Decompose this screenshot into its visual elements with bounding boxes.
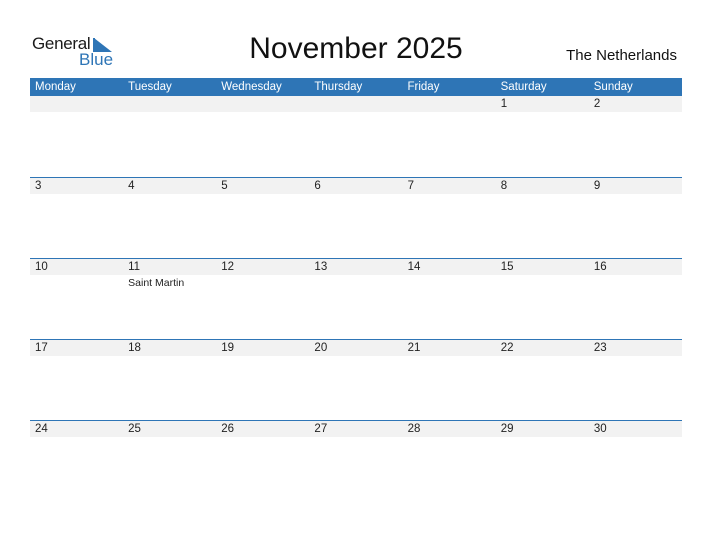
week-row: 12	[30, 96, 682, 177]
day-cell: 12	[216, 259, 309, 340]
day-number: 14	[407, 261, 421, 273]
day-cell: 10	[30, 259, 123, 340]
day-number: 4	[128, 180, 135, 192]
day-cell: 8	[496, 178, 589, 259]
day-cell	[403, 96, 496, 177]
day-cell: 3	[30, 178, 123, 259]
day-cell: 21	[403, 340, 496, 421]
day-cell: 30	[589, 421, 682, 502]
day-cell	[30, 96, 123, 177]
day-number: 30	[593, 423, 607, 435]
day-number: 18	[128, 342, 141, 354]
day-number: 8	[500, 180, 508, 192]
day-number: 1	[500, 98, 508, 110]
day-cell: 7	[403, 178, 496, 259]
day-cell: 16	[589, 259, 682, 340]
week-row: 24 25 26 27 28 29 30	[30, 420, 682, 502]
day-number: 11	[128, 261, 141, 273]
day-number	[221, 96, 309, 112]
day-cell: 20	[309, 340, 402, 421]
day-number: 6	[314, 180, 321, 192]
weekday-saturday: Saturday	[500, 81, 547, 93]
day-cell: 23	[589, 340, 682, 421]
day-number	[128, 96, 216, 112]
day-cell: 11 Saint Martin	[123, 259, 216, 340]
day-number: 20	[314, 342, 328, 354]
day-number	[408, 96, 496, 112]
country-label: The Netherlands	[566, 47, 677, 64]
day-cell: 15	[496, 259, 589, 340]
day-cell: 18	[123, 340, 216, 421]
day-cell: 27	[309, 421, 402, 502]
week-row: 3 4 5 6 7 8 9	[30, 177, 682, 259]
day-number: 10	[35, 261, 48, 273]
week-row: 10 11 Saint Martin 12 13 14 15 16	[30, 258, 682, 340]
day-number: 25	[128, 423, 141, 435]
day-number: 13	[314, 261, 328, 273]
day-number: 22	[500, 342, 514, 354]
day-cell: 24	[30, 421, 123, 502]
day-cell: 2	[589, 96, 682, 177]
day-cell: 26	[216, 421, 309, 502]
day-number: 23	[593, 342, 607, 354]
day-cell: 25	[123, 421, 216, 502]
day-cell: 17	[30, 340, 123, 421]
day-cell: 6	[309, 178, 402, 259]
day-number: 7	[407, 180, 414, 192]
day-number: 29	[500, 423, 514, 435]
weekday-header: Monday Tuesday Wednesday Thursday Friday…	[30, 78, 682, 96]
day-cell: 22	[496, 340, 589, 421]
day-number: 26	[221, 423, 235, 435]
weekday-monday: Monday	[35, 81, 76, 93]
day-cell: 28	[403, 421, 496, 502]
weekday-sunday: Sunday	[593, 81, 633, 93]
day-number: 17	[35, 342, 48, 354]
day-cell	[216, 96, 309, 177]
day-number: 16	[593, 261, 607, 273]
day-cell: 1	[496, 96, 589, 177]
day-number: 27	[314, 423, 328, 435]
day-cell: 19	[216, 340, 309, 421]
day-number: 5	[221, 180, 228, 192]
day-cell	[309, 96, 402, 177]
day-number: 9	[593, 180, 601, 192]
day-number: 24	[35, 423, 48, 435]
holiday-label: Saint Martin	[128, 277, 185, 289]
day-cell: 4	[123, 178, 216, 259]
week-row: 17 18 19 20 21 22 23	[30, 339, 682, 421]
day-number: 21	[407, 342, 421, 354]
day-number: 12	[221, 261, 235, 273]
weekday-wednesday: Wednesday	[221, 81, 282, 93]
day-cell: 13	[309, 259, 402, 340]
day-cell: 14	[403, 259, 496, 340]
day-cell: 5	[216, 178, 309, 259]
day-number	[35, 96, 123, 112]
day-number: 2	[593, 98, 601, 110]
day-number: 3	[35, 180, 42, 192]
day-number: 15	[500, 261, 514, 273]
weekday-friday: Friday	[407, 81, 440, 93]
day-cell	[123, 96, 216, 177]
day-number: 19	[221, 342, 235, 354]
day-cell: 9	[589, 178, 682, 259]
day-number: 28	[407, 423, 421, 435]
weekday-tuesday: Tuesday	[128, 81, 172, 93]
weekday-thursday: Thursday	[314, 81, 363, 93]
day-cell: 29	[496, 421, 589, 502]
day-number	[314, 96, 402, 112]
